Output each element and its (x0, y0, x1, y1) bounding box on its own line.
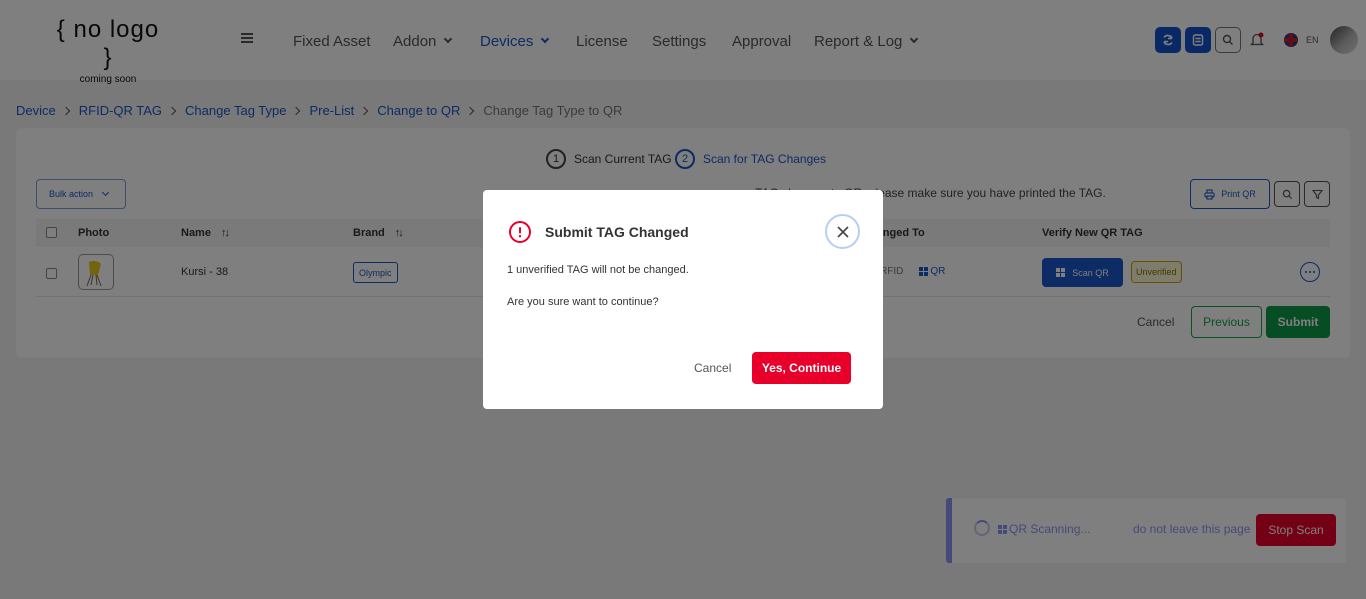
dialog-question: Are you sure want to continue? (507, 296, 659, 308)
alert-icon (509, 221, 531, 243)
yes-continue-button[interactable]: Yes, Continue (752, 352, 851, 384)
confirm-dialog: Submit TAG Changed 1 unverified TAG will… (483, 190, 883, 409)
dialog-title: Submit TAG Changed (545, 224, 689, 240)
dialog-cancel-button[interactable]: Cancel (694, 361, 731, 375)
close-icon[interactable] (825, 214, 860, 249)
dialog-message: 1 unverified TAG will not be changed. (507, 264, 689, 276)
